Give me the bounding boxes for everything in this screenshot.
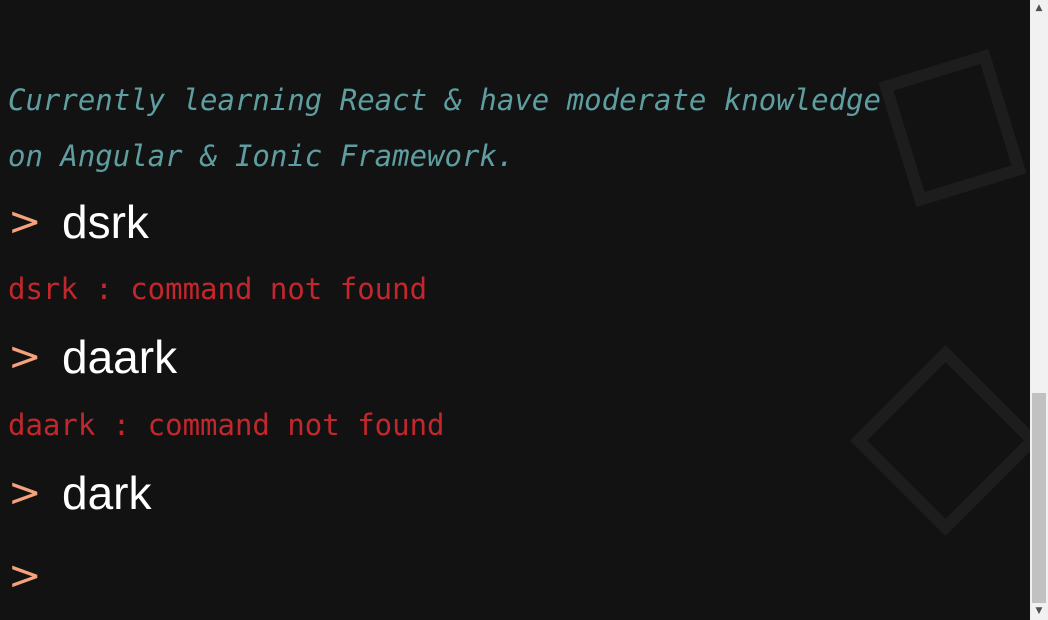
prompt-icon: > <box>8 334 42 380</box>
command-line-2: > daark <box>8 329 177 385</box>
terminal-window: Currently learning React & have moderate… <box>0 0 1048 620</box>
vertical-scrollbar[interactable]: ▲ ▼ <box>1030 0 1048 620</box>
arrow-up-icon[interactable]: ▲ <box>1030 0 1048 17</box>
terminal-output[interactable]: Currently learning React & have moderate… <box>0 0 1030 620</box>
scrollbar-thumb[interactable] <box>1032 393 1046 603</box>
arrow-down-icon[interactable]: ▼ <box>1030 603 1048 620</box>
command-error-1: dsrk : command not found <box>8 272 428 306</box>
decorative-diamond-shape <box>850 345 1030 536</box>
command-text: dsrk <box>62 196 149 248</box>
intro-line-1: Currently learning React & have moderate… <box>8 83 881 117</box>
prompt-icon: > <box>8 470 42 516</box>
command-error-2: daark : command not found <box>8 408 445 442</box>
intro-text: Currently learning React & have moderate… <box>8 72 1008 184</box>
command-line-1: > dsrk <box>8 194 149 250</box>
command-line-3: > dark <box>8 465 151 521</box>
active-command-line[interactable]: > <box>8 548 62 604</box>
command-text: daark <box>62 331 178 383</box>
prompt-icon: > <box>8 553 42 599</box>
intro-line-2: on Angular & Ionic Framework. <box>8 139 515 173</box>
prompt-icon: > <box>8 199 42 245</box>
command-text: dark <box>62 467 152 519</box>
